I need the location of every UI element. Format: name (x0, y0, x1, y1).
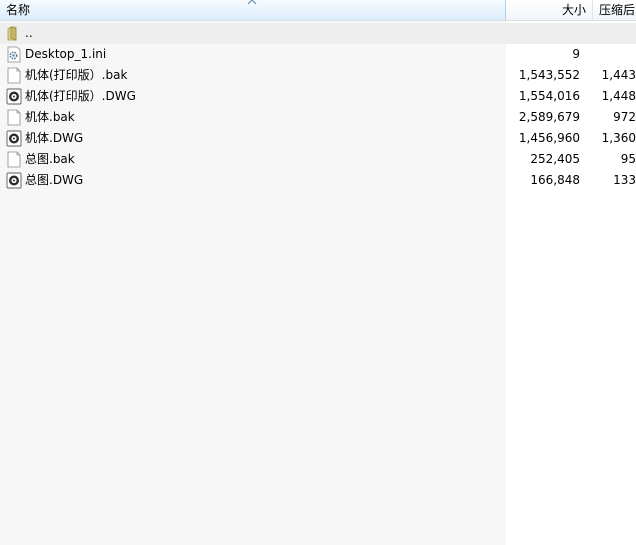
file-packed-size: 133 (613, 173, 636, 187)
sort-ascending-icon (247, 0, 257, 5)
file-icon (7, 67, 21, 84)
file-packed-size: 95 (620, 152, 636, 166)
dwg-file-icon (6, 172, 22, 189)
file-packed-size: 1,448 (601, 89, 636, 103)
file-size: 9 (572, 47, 580, 61)
dwg-file-icon (6, 88, 22, 105)
column-header-bar: 名称 大小 压缩后 (0, 0, 636, 21)
column-header-size-label: 大小 (561, 3, 586, 17)
dwg-file-icon (6, 130, 22, 147)
column-header-name-label: 名称 (6, 3, 31, 17)
file-name: Desktop_1.ini (25, 47, 107, 61)
list-item-parent-dir[interactable]: .. (0, 23, 636, 44)
file-icon (7, 151, 21, 168)
file-size: 1,456,960 (518, 131, 580, 145)
list-item[interactable]: 机体.bak 2,589,679 972 (0, 107, 636, 128)
ini-settings-icon (7, 46, 21, 63)
file-name: 机体(打印版）.bak (25, 68, 128, 82)
file-name: 总图.DWG (25, 173, 84, 187)
list-item[interactable]: 总图.bak 252,405 95 (0, 149, 636, 170)
file-size: 1,554,016 (518, 89, 580, 103)
list-item[interactable]: 总图.DWG 166,848 133 (0, 170, 636, 191)
file-name: 机体.bak (25, 110, 75, 124)
list-item[interactable]: 机体(打印版）.bak 1,543,552 1,443 (0, 65, 636, 86)
column-header-size[interactable]: 大小 (506, 0, 593, 20)
list-item[interactable]: 机体.DWG 1,456,960 1,360 (0, 128, 636, 149)
column-header-name[interactable]: 名称 (0, 0, 506, 20)
file-packed-size: 1,360 (601, 131, 636, 145)
file-name: .. (25, 26, 33, 40)
file-packed-size: 1,443 (601, 68, 636, 82)
file-size: 252,405 (530, 152, 580, 166)
folder-icon (7, 26, 17, 41)
file-name: 机体(打印版）.DWG (25, 89, 136, 103)
file-name: 总图.bak (25, 152, 75, 166)
file-size: 2,589,679 (518, 110, 580, 124)
file-list: .. Desktop_1.ini 9 机体(打印版）.bak 1,543,552… (0, 21, 636, 545)
file-icon (7, 109, 21, 126)
column-header-packed[interactable]: 压缩后 (593, 0, 636, 20)
file-size: 166,848 (530, 173, 580, 187)
file-packed-size: 972 (613, 110, 636, 124)
column-header-packed-label: 压缩后 (599, 3, 636, 17)
file-size: 1,543,552 (518, 68, 580, 82)
list-item[interactable]: 机体(打印版）.DWG 1,554,016 1,448 (0, 86, 636, 107)
file-name: 机体.DWG (25, 131, 84, 145)
list-item[interactable]: Desktop_1.ini 9 (0, 44, 636, 65)
